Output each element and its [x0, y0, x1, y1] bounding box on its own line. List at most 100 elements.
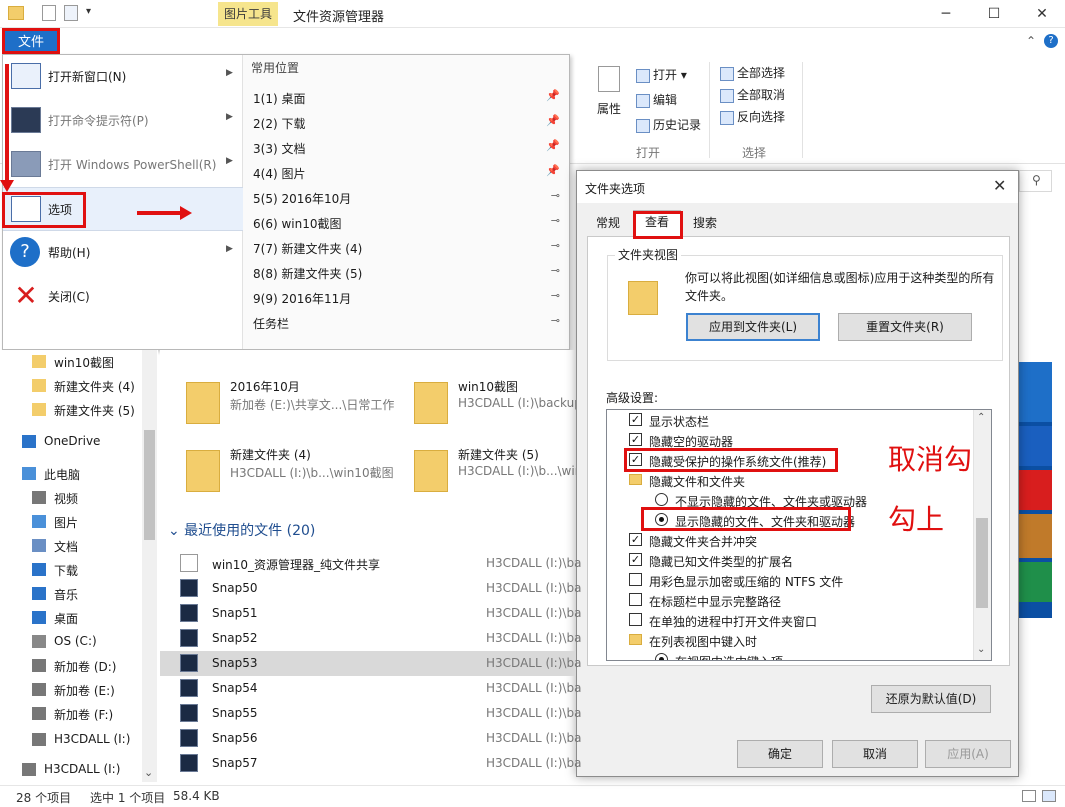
restore-defaults-button[interactable]: 还原为默认值(D): [871, 685, 991, 713]
folder-tile[interactable]: 2016年10月 新加卷 (E:)\共享文...\日常工作: [174, 372, 404, 432]
pin-icon[interactable]: ⊸: [551, 189, 560, 202]
nav-item[interactable]: 视频: [0, 486, 150, 510]
frequent-place-item[interactable]: 2(2) 下载 📌: [251, 110, 566, 135]
frequent-place-item[interactable]: 任务栏 ⊸: [251, 310, 566, 335]
menu-item-open-powershell[interactable]: 打开 Windows PowerShell(R) ▶: [3, 143, 243, 187]
frequent-place-item[interactable]: 4(4) 图片 📌: [251, 160, 566, 185]
properties-quick-icon[interactable]: [42, 5, 56, 21]
nav-item[interactable]: 桌面: [0, 606, 150, 630]
details-view-icon[interactable]: [1022, 790, 1036, 802]
reset-folders-button[interactable]: 重置文件夹(R): [838, 313, 972, 341]
recent-file-row[interactable]: win10_资源管理器_纯文件共享 H3CDALL (I:)\ba: [160, 551, 581, 576]
recent-file-row[interactable]: Snap55 H3CDALL (I:)\ba: [160, 701, 581, 726]
folder-tile[interactable]: win10截图 H3CDALL (I:)\backup: [402, 372, 576, 432]
frequent-place-item[interactable]: 7(7) 新建文件夹 (4) ⊸: [251, 235, 566, 260]
advanced-setting-item[interactable]: 在标题栏中显示完整路径: [613, 590, 973, 610]
customize-quick-access-icon[interactable]: ▾: [86, 6, 91, 17]
large-icons-view-icon[interactable]: [1042, 790, 1056, 802]
nav-item[interactable]: 新建文件夹 (5): [0, 398, 150, 422]
advanced-setting-item[interactable]: 在视图中选中键入项: [613, 650, 973, 660]
checkbox[interactable]: [629, 573, 642, 586]
pin-icon[interactable]: ⊸: [551, 314, 560, 327]
recent-file-row[interactable]: Snap53 H3CDALL (I:)\ba: [160, 651, 581, 676]
edit-button[interactable]: 编辑: [636, 91, 677, 108]
frequent-place-item[interactable]: 9(9) 2016年11月 ⊸: [251, 285, 566, 310]
folder-tile[interactable]: 新建文件夹 (5) H3CDALL (I:)\b...\win: [402, 440, 576, 500]
nav-item[interactable]: 新加卷 (D:): [0, 654, 150, 678]
frequent-place-item[interactable]: 8(8) 新建文件夹 (5) ⊸: [251, 260, 566, 285]
nav-item[interactable]: OneDrive: [0, 430, 150, 454]
checkbox[interactable]: [629, 613, 642, 626]
recent-file-row[interactable]: Snap54 H3CDALL (I:)\ba: [160, 676, 581, 701]
close-button[interactable]: ✕: [1019, 2, 1065, 26]
radio-button[interactable]: [655, 493, 668, 506]
minimize-button[interactable]: ─: [923, 2, 969, 26]
nav-item[interactable]: win10截图: [0, 350, 150, 374]
nav-item[interactable]: 此电脑: [0, 462, 150, 486]
nav-item[interactable]: H3CDALL (I:): [0, 728, 150, 752]
nav-item[interactable]: H3CDALL (I:): [0, 758, 150, 782]
advanced-setting-item[interactable]: 用彩色显示加密或压缩的 NTFS 文件: [613, 570, 973, 590]
menu-item-open-new-window[interactable]: 打开新窗口(N) ▶: [3, 55, 243, 99]
nav-item[interactable]: 图片: [0, 510, 150, 534]
ok-button[interactable]: 确定: [737, 740, 823, 768]
new-folder-quick-icon[interactable]: [64, 5, 78, 21]
nav-item[interactable]: 下载: [0, 558, 150, 582]
nav-item[interactable]: 新建文件夹 (4): [0, 374, 150, 398]
navigation-scrollbar-thumb[interactable]: [144, 430, 155, 540]
menu-item-help[interactable]: ? 帮助(H) ▶: [3, 231, 243, 275]
recent-file-row[interactable]: Snap56 H3CDALL (I:)\ba: [160, 726, 581, 751]
navigation-scrollbar[interactable]: [142, 350, 157, 782]
checkbox[interactable]: ✓: [629, 533, 642, 546]
frequent-place-item[interactable]: 1(1) 桌面 📌: [251, 85, 566, 110]
invert-selection-button[interactable]: 反向选择: [720, 108, 785, 125]
pin-icon[interactable]: ⊸: [551, 289, 560, 302]
apply-button[interactable]: 应用(A): [925, 740, 1011, 768]
frequent-place-item[interactable]: 5(5) 2016年10月 ⊸: [251, 185, 566, 210]
maximize-button[interactable]: ☐: [971, 2, 1017, 26]
checkbox[interactable]: [629, 593, 642, 606]
recent-file-row[interactable]: Snap50 H3CDALL (I:)\ba: [160, 576, 581, 601]
pin-icon[interactable]: ⊸: [551, 264, 560, 277]
recent-file-row[interactable]: Snap51 H3CDALL (I:)\ba: [160, 601, 581, 626]
nav-item[interactable]: 音乐: [0, 582, 150, 606]
checkbox[interactable]: ✓: [629, 413, 642, 426]
scroll-down-icon[interactable]: ⌄: [977, 644, 985, 655]
radio-button[interactable]: [655, 653, 668, 660]
select-none-button[interactable]: 全部取消: [720, 86, 785, 103]
nav-item[interactable]: OS (C:): [0, 630, 150, 654]
file-menu-button[interactable]: 文件: [2, 28, 60, 54]
recent-file-row[interactable]: Snap57 H3CDALL (I:)\ba: [160, 751, 581, 776]
pin-icon[interactable]: ⊸: [551, 214, 560, 227]
dialog-close-button[interactable]: ✕: [993, 176, 1006, 195]
advanced-settings-scrollbar-thumb[interactable]: [976, 518, 988, 608]
chevron-up-icon[interactable]: ⌃: [1026, 34, 1036, 48]
search-input[interactable]: ⚲: [1019, 170, 1052, 192]
select-all-button[interactable]: 全部选择: [720, 64, 785, 81]
history-button[interactable]: 历史记录: [636, 116, 701, 133]
advanced-setting-item[interactable]: 在列表视图中键入时: [613, 630, 973, 650]
checkbox[interactable]: ✓: [629, 433, 642, 446]
tab-search[interactable]: 搜索: [681, 212, 729, 236]
nav-item[interactable]: 新加卷 (E:): [0, 678, 150, 702]
pin-icon[interactable]: 📌: [546, 89, 560, 102]
context-tab-picture-tools[interactable]: 图片工具: [218, 2, 278, 26]
pin-icon[interactable]: 📌: [546, 139, 560, 152]
folder-tile[interactable]: 新建文件夹 (4) H3CDALL (I:)\b...\win10截图: [174, 440, 404, 500]
recent-file-row[interactable]: Snap52 H3CDALL (I:)\ba: [160, 626, 581, 651]
nav-item[interactable]: 文档: [0, 534, 150, 558]
scroll-up-icon[interactable]: ⌃: [977, 412, 985, 423]
help-icon[interactable]: ?: [1044, 34, 1058, 48]
nav-item[interactable]: 新加卷 (F:): [0, 702, 150, 726]
properties-button[interactable]: 属性: [597, 100, 621, 117]
menu-item-close[interactable]: ✕ 关闭(C): [3, 275, 243, 319]
navigation-scroll-down-icon[interactable]: ⌄: [144, 766, 153, 779]
pin-icon[interactable]: 📌: [546, 114, 560, 127]
frequent-place-item[interactable]: 3(3) 文档 📌: [251, 135, 566, 160]
menu-item-open-command-prompt[interactable]: 打开命令提示符(P) ▶: [3, 99, 243, 143]
advanced-setting-item[interactable]: ✓ 隐藏已知文件类型的扩展名: [613, 550, 973, 570]
advanced-setting-item[interactable]: ✓ 显示状态栏: [613, 410, 973, 430]
recent-files-header[interactable]: ⌄ 最近使用的文件 (20): [168, 520, 315, 540]
apply-to-folders-button[interactable]: 应用到文件夹(L): [686, 313, 820, 341]
advanced-setting-item[interactable]: 在单独的进程中打开文件夹窗口: [613, 610, 973, 630]
